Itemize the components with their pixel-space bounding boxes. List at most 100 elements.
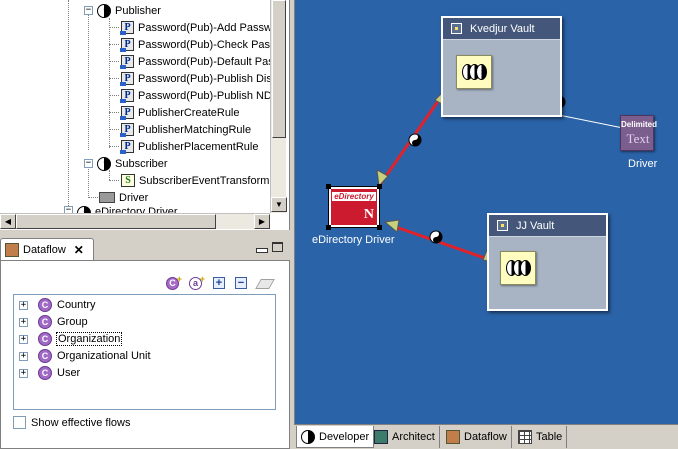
tree-node-driver[interactable]: Driver bbox=[99, 189, 148, 206]
expand-all-button[interactable]: + bbox=[213, 277, 225, 289]
tree-node-label: Password(Pub)-Publish Dist bbox=[138, 72, 275, 85]
tree-node-label: SubscriberEventTransform: bbox=[139, 174, 273, 187]
novell-letter: N bbox=[363, 207, 374, 222]
text-label: Text bbox=[626, 131, 650, 146]
tree-node-stylesheet[interactable]: S SubscriberEventTransform: bbox=[121, 172, 272, 189]
perspective-tabs: Developer Architect Dataflow Table bbox=[294, 424, 678, 449]
selection-handle[interactable] bbox=[377, 225, 382, 230]
yin-yang-icon[interactable] bbox=[408, 133, 422, 147]
driver-icon bbox=[99, 192, 115, 203]
developer-icon bbox=[301, 429, 315, 444]
connection-line[interactable] bbox=[392, 224, 500, 265]
arrow-head-icon bbox=[383, 219, 400, 233]
selection-handle[interactable] bbox=[377, 184, 382, 189]
show-effective-flows-checkbox[interactable]: Show effective flows bbox=[13, 416, 130, 429]
architect-icon bbox=[374, 430, 388, 444]
dataflow-icon bbox=[5, 242, 19, 257]
add-class-button[interactable]: C + bbox=[166, 274, 182, 290]
add-badge-icon: + bbox=[176, 274, 182, 284]
tree-node-label: PublisherCreateRule bbox=[138, 106, 240, 119]
tree-guide-line bbox=[109, 112, 119, 113]
list-item[interactable]: + C Organization bbox=[19, 331, 123, 347]
tab-table[interactable]: Table bbox=[514, 426, 568, 448]
vault-header: JJ Vault bbox=[489, 215, 606, 237]
add-attribute-icon: a bbox=[192, 278, 198, 288]
checkbox-box[interactable] bbox=[13, 416, 26, 429]
tree-node-subscriber[interactable]: − Subscriber bbox=[84, 155, 168, 172]
yin-yang-icon bbox=[97, 3, 111, 18]
tree-vertical-scrollbar[interactable]: ▼ bbox=[270, 0, 287, 213]
scrollbar-thumb[interactable] bbox=[272, 0, 286, 138]
class-label: User bbox=[57, 367, 81, 379]
table-icon bbox=[518, 430, 532, 444]
maximize-view-button[interactable] bbox=[272, 242, 283, 252]
tree-node-policy[interactable]: P Password(Pub)-Add Passw bbox=[120, 19, 272, 36]
tab-dataflow[interactable]: Dataflow bbox=[442, 426, 512, 448]
tab-developer[interactable]: Developer bbox=[296, 426, 375, 448]
selection-handle[interactable] bbox=[326, 184, 331, 189]
delimited-text-driver-node[interactable]: Delimited Text bbox=[620, 115, 658, 151]
tree-node-publisher[interactable]: − Publisher bbox=[84, 2, 161, 19]
class-label-selected: Organization bbox=[55, 332, 123, 346]
delimited-label: Delimited bbox=[621, 120, 658, 129]
list-item[interactable]: + C User bbox=[19, 365, 80, 381]
class-icon: C bbox=[38, 349, 52, 363]
expand-expander[interactable]: + bbox=[19, 300, 28, 310]
vault-title: JJ Vault bbox=[516, 219, 555, 232]
tab-label: Developer bbox=[319, 430, 370, 443]
list-item[interactable]: + C Organizational Unit bbox=[19, 348, 151, 364]
tab-dataflow-view[interactable]: Dataflow ✕ bbox=[0, 238, 94, 260]
tree-node-policy[interactable]: P PublisherCreateRule bbox=[120, 104, 240, 121]
tree-guide-line bbox=[109, 95, 119, 96]
policy-icon: P bbox=[120, 72, 134, 86]
tree-node-policy[interactable]: P PublisherMatchingRule bbox=[120, 121, 251, 138]
expand-expander[interactable]: + bbox=[19, 334, 28, 344]
list-item[interactable]: + C Country bbox=[19, 297, 96, 313]
tree-node-policy[interactable]: P Password(Pub)-Publish NDS bbox=[120, 87, 280, 104]
scroll-left-button[interactable]: ◀ bbox=[0, 214, 16, 229]
minimize-view-button[interactable] bbox=[256, 243, 268, 253]
class-label: Country bbox=[57, 299, 96, 311]
tree-node-label: Subscriber bbox=[115, 157, 168, 170]
add-attribute-button[interactable]: a + bbox=[189, 274, 205, 290]
collapse-all-icon: − bbox=[237, 276, 245, 289]
class-icon: C bbox=[38, 315, 52, 329]
scroll-down-button[interactable]: ▼ bbox=[271, 197, 287, 212]
collapse-all-button[interactable]: − bbox=[235, 277, 247, 289]
class-icon: C bbox=[38, 298, 52, 312]
checkbox-label: Show effective flows bbox=[31, 416, 131, 429]
tree-node-policy[interactable]: P PublisherPlacementRule bbox=[120, 138, 258, 155]
tree-node-policy[interactable]: P Password(Pub)-Default Pas bbox=[120, 53, 274, 70]
yin-yang-icon bbox=[97, 156, 111, 171]
tree-horizontal-scrollbar[interactable]: ◀ ▶ bbox=[0, 213, 270, 229]
vault-icon bbox=[451, 23, 462, 34]
application-icon[interactable] bbox=[500, 251, 536, 285]
collapse-expander[interactable]: − bbox=[84, 159, 93, 168]
edirectory-brand: eDirectory bbox=[332, 192, 376, 201]
scrollbar-thumb[interactable] bbox=[16, 214, 216, 229]
close-icon[interactable]: ✕ bbox=[74, 243, 84, 257]
delimited-driver-label: Driver bbox=[628, 158, 658, 170]
tab-architect[interactable]: Architect bbox=[370, 426, 440, 448]
expand-expander[interactable]: + bbox=[19, 351, 28, 361]
tree-node-policy[interactable]: P Password(Pub)-Check Pass bbox=[120, 36, 276, 53]
scroll-right-button[interactable]: ▶ bbox=[254, 214, 270, 229]
class-label: Group bbox=[57, 316, 88, 328]
vault-header: Kvedjur Vault bbox=[443, 18, 560, 40]
tree-node-label: Password(Pub)-Publish NDS bbox=[138, 89, 280, 102]
tree-node-label: Password(Pub)-Check Pass bbox=[138, 38, 276, 51]
collapse-expander[interactable]: − bbox=[84, 6, 93, 15]
policy-icon: P bbox=[120, 123, 134, 137]
policy-icon: P bbox=[120, 55, 134, 69]
expand-expander[interactable]: + bbox=[19, 368, 28, 378]
add-class-icon: C bbox=[169, 278, 176, 288]
expand-expander[interactable]: + bbox=[19, 317, 28, 327]
tree-node-policy[interactable]: P Password(Pub)-Publish Dist bbox=[120, 70, 275, 87]
list-item[interactable]: + C Group bbox=[19, 314, 88, 330]
yin-yang-icon[interactable] bbox=[429, 230, 443, 244]
edirectory-driver-node[interactable]: eDirectory N bbox=[326, 184, 382, 230]
tree-guide-line bbox=[109, 129, 119, 130]
class-list[interactable]: + C Country + C Group + C Organization +… bbox=[13, 294, 276, 410]
application-icon[interactable] bbox=[456, 55, 492, 89]
selection-handle[interactable] bbox=[326, 225, 331, 230]
